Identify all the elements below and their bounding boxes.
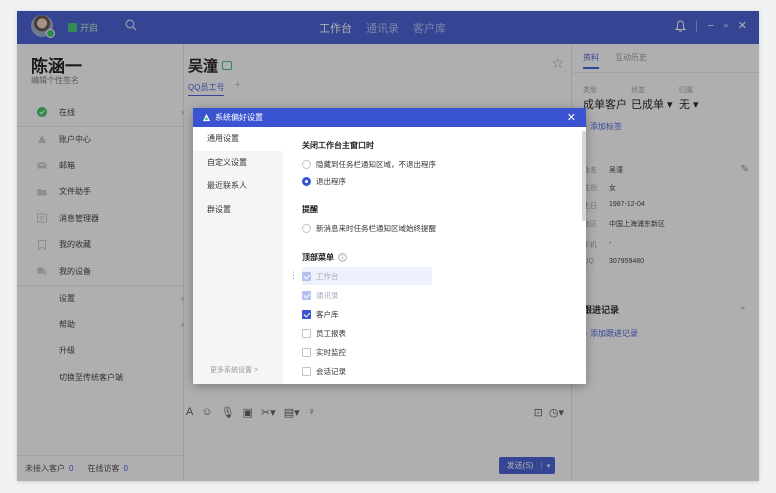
option-label: 会话记录 [316, 367, 346, 376]
dialog-title: 系统偏好设置 [215, 113, 263, 122]
option-label: 退出程序 [316, 177, 346, 186]
checkbox [302, 291, 311, 300]
topmenu-item-session-log[interactable]: 会话记录 [302, 366, 346, 377]
dialog-header: 系统偏好设置 ✕ [193, 108, 586, 127]
option-label: 隐藏到任务栏通知区域，不退出程序 [316, 160, 436, 169]
nav-recent-contacts[interactable]: 最近联系人 [193, 174, 283, 198]
nav-custom-settings[interactable]: 自定义设置 [193, 151, 283, 175]
option-label: 实时监控 [316, 348, 346, 357]
option-exit-program[interactable]: 退出程序 [302, 176, 346, 187]
option-remind-tray[interactable]: 新消息来时任务栏通知区域始终提醒 [302, 223, 436, 234]
dialog-content: 关闭工作台主窗口时 隐藏到任务栏通知区域，不退出程序 退出程序 提醒 新消息来时… [283, 127, 586, 384]
nav-general-settings[interactable]: 通用设置 [193, 127, 283, 151]
preferences-dialog: 系统偏好设置 ✕ 通用设置 自定义设置 最近联系人 群设置 更多系统设置 > 关… [193, 108, 586, 384]
option-label: 通讯录 [316, 291, 339, 300]
section-title-topmenu: 顶部菜单 [302, 252, 347, 263]
section-title: 顶部菜单 [302, 253, 334, 262]
radio-button[interactable] [302, 160, 311, 169]
scrollbar[interactable] [582, 131, 586, 221]
radio-button[interactable] [302, 177, 311, 186]
topmenu-item-staff-report[interactable]: 员工报表 [302, 328, 346, 339]
option-label: 员工报表 [316, 329, 346, 338]
topmenu-item-contacts: 通讯录 [302, 290, 339, 301]
nav-group-settings[interactable]: 群设置 [193, 198, 283, 222]
option-label: 工作台 [316, 271, 339, 281]
option-label: 新消息来时任务栏通知区域始终提醒 [316, 224, 436, 233]
app-window: 开启 工作台 通讯录 客户库 − ▫ ✕ 陈涵一 编辑个性签名 在线 › 账户中… [17, 11, 759, 481]
checkbox [302, 271, 311, 281]
topmenu-item-workbench: 工作台 [302, 267, 432, 285]
app-logo-icon [202, 113, 211, 122]
checkbox[interactable] [302, 310, 311, 319]
dialog-sidebar: 通用设置 自定义设置 最近联系人 群设置 更多系统设置 > [193, 127, 283, 384]
section-title: 提醒 [302, 205, 318, 214]
info-icon[interactable] [338, 253, 347, 262]
topmenu-item-live-monitor[interactable]: 实时监控 [302, 347, 346, 358]
option-hide-to-tray[interactable]: 隐藏到任务栏通知区域，不退出程序 [302, 159, 436, 170]
checkbox[interactable] [302, 367, 311, 376]
topmenu-item-customers[interactable]: 客户库 [302, 309, 339, 320]
radio-button[interactable] [302, 224, 311, 233]
checkbox[interactable] [302, 348, 311, 357]
checkbox[interactable] [302, 329, 311, 338]
option-label: 客户库 [316, 310, 339, 319]
close-icon[interactable]: ✕ [567, 111, 576, 124]
section-title: 关闭工作台主窗口时 [302, 141, 374, 150]
more-settings-link[interactable]: 更多系统设置 > [210, 365, 258, 375]
